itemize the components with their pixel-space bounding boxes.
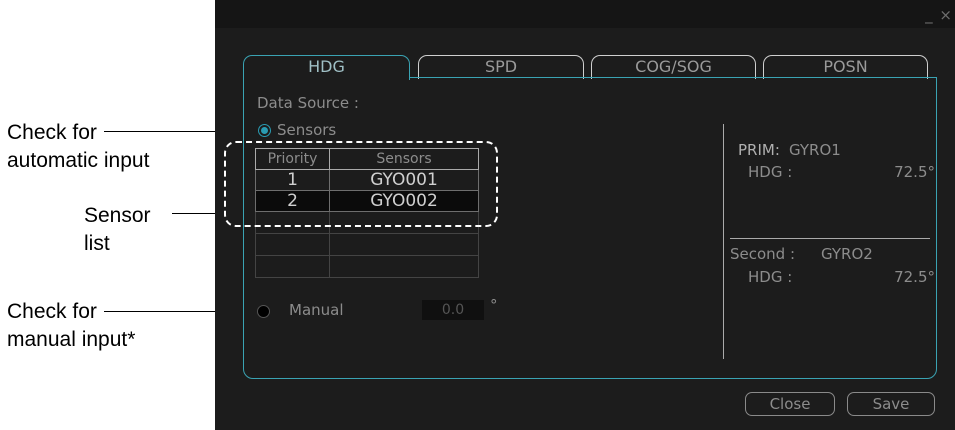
prim-hdg-label: HDG : xyxy=(748,163,793,181)
prim-sensor: GYRO1 xyxy=(789,141,841,159)
sensors-option-label: Sensors xyxy=(277,121,337,139)
table-row[interactable] xyxy=(255,233,479,256)
callout-manual-input: Check for manual input* xyxy=(7,298,135,354)
prim-hdg-value: 72.5° xyxy=(894,163,935,181)
tab-label: POSN xyxy=(823,57,868,76)
callout-text: Sensor xyxy=(84,204,151,227)
degree-unit: ° xyxy=(490,296,498,314)
empty-cell xyxy=(255,233,330,256)
close-button[interactable]: Close xyxy=(745,392,835,416)
title-bar: _ × xyxy=(215,0,955,28)
vertical-divider xyxy=(723,124,724,359)
data-source-label: Data Source : xyxy=(257,94,359,112)
tab-posn[interactable]: POSN xyxy=(763,55,928,79)
sensors-radio[interactable] xyxy=(258,124,271,137)
callout-sensor-list: Sensor list xyxy=(84,202,151,258)
window-controls[interactable]: _ × xyxy=(925,6,953,24)
callout-text: Check for xyxy=(7,300,97,323)
leader-line-automatic xyxy=(104,131,229,132)
empty-cell xyxy=(329,233,479,256)
tab-hdg[interactable]: HDG xyxy=(243,55,410,80)
tab-label: HDG xyxy=(308,57,345,76)
manual-heading-input[interactable]: 0.0 xyxy=(422,300,484,320)
second-hdg-label: HDG : xyxy=(748,268,793,286)
second-sensor: GYRO2 xyxy=(821,245,873,263)
tab-cog-sog[interactable]: COG/SOG xyxy=(591,55,756,79)
second-hdg-value: 72.5° xyxy=(894,268,935,286)
manual-option-label: Manual xyxy=(289,301,344,319)
second-label: Second : xyxy=(730,245,796,263)
empty-cell xyxy=(329,255,479,278)
empty-cell xyxy=(255,255,330,278)
callout-text: list xyxy=(84,232,110,255)
tab-spd[interactable]: SPD xyxy=(418,55,584,79)
callout-text: Check for xyxy=(7,121,97,144)
save-button[interactable]: Save xyxy=(847,392,935,416)
callout-automatic-input: Check for automatic input xyxy=(7,119,149,175)
callout-text: manual input* xyxy=(7,328,136,351)
tab-label: SPD xyxy=(484,57,518,76)
sensor-list-highlight xyxy=(224,141,498,227)
horizontal-divider xyxy=(730,238,930,239)
table-row[interactable] xyxy=(255,255,479,278)
tab-label: COG/SOG xyxy=(635,57,712,76)
prim-label: PRIM: xyxy=(738,141,780,159)
manual-radio[interactable] xyxy=(257,305,270,318)
callout-text: automatic input xyxy=(7,149,150,172)
